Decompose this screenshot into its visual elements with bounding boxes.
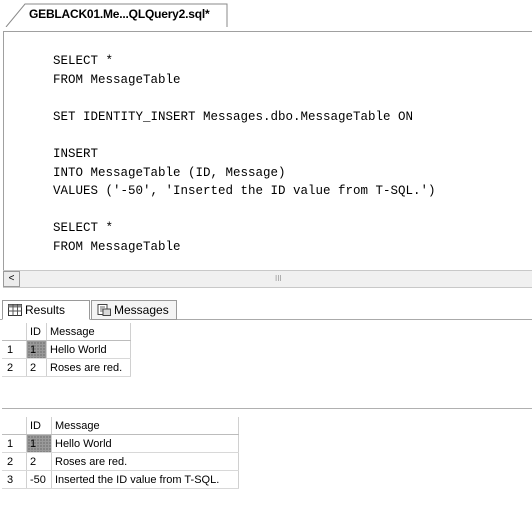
sql-editor[interactable]: SELECT * FROM MessageTable SET IDENTITY_IN… [3, 31, 532, 270]
grid-header-row: ID Message [2, 323, 131, 341]
document-tab-strip: GEBLACK01.Me...QLQuery2.sql* [0, 0, 532, 31]
results-tab-label: Results [25, 303, 66, 317]
row-number-header [2, 417, 27, 435]
tab-title: GEBLACK01.Me...QLQuery2.sql* [29, 7, 210, 21]
table-row[interactable]: 1 1 Hello World [2, 434, 239, 453]
grid-header-row: ID Message [2, 417, 239, 435]
code-line: SET IDENTITY_INSERT Messages.dbo.Message… [53, 109, 414, 124]
grid-divider [2, 408, 532, 409]
table-row[interactable]: 2 2 Roses are red. [2, 358, 131, 377]
results-tab-bar: Results Messages [0, 298, 532, 320]
row-number-header [2, 323, 27, 341]
column-header-message[interactable]: Message [46, 323, 131, 341]
cell-id[interactable]: -50 [26, 470, 52, 489]
code-line: INSERT [53, 146, 99, 161]
scroll-grip-icon[interactable]: III [275, 274, 282, 283]
pane-splitter[interactable] [0, 288, 532, 298]
cell-message[interactable]: Roses are red. [46, 358, 131, 377]
code-line: SELECT * [53, 221, 114, 236]
table-row[interactable]: 2 2 Roses are red. [2, 452, 239, 471]
cell-message[interactable]: Inserted the ID value from T-SQL. [51, 470, 239, 489]
cell-message[interactable]: Hello World [46, 340, 131, 359]
cell-id[interactable]: 2 [26, 358, 47, 377]
grid-icon [8, 304, 22, 316]
column-header-message[interactable]: Message [51, 417, 239, 435]
messages-icon [97, 304, 111, 316]
editor-margin [4, 32, 17, 270]
tab-messages[interactable]: Messages [91, 300, 177, 320]
cell-id[interactable]: 1 [26, 340, 47, 359]
query-tab[interactable]: GEBLACK01.Me...QLQuery2.sql* [5, 3, 228, 27]
code-line: FROM MessageTable [53, 239, 181, 254]
code-line: VALUES ('-50', 'Inserted the ID value fr… [53, 184, 436, 199]
table-row[interactable]: 3 -50 Inserted the ID value from T-SQL. [2, 470, 239, 489]
row-number[interactable]: 2 [2, 358, 27, 377]
cell-message[interactable]: Hello World [51, 434, 239, 453]
messages-tab-label: Messages [114, 303, 169, 317]
code-line: SELECT * [53, 54, 114, 68]
cell-message[interactable]: Roses are red. [51, 452, 239, 471]
cell-id[interactable]: 2 [26, 452, 52, 471]
tab-results[interactable]: Results [2, 300, 90, 320]
scroll-left-button[interactable]: < [3, 271, 20, 287]
results-pane: ID Message 1 1 Hello World 2 2 Roses are… [0, 320, 532, 521]
column-header-id[interactable]: ID [26, 323, 47, 341]
row-number[interactable]: 1 [2, 434, 27, 453]
table-row[interactable]: 1 1 Hello World [2, 340, 131, 359]
results-grid-2[interactable]: ID Message 1 1 Hello World 2 2 Roses are… [2, 417, 239, 489]
results-grid-1[interactable]: ID Message 1 1 Hello World 2 2 Roses are… [2, 323, 131, 377]
row-number[interactable]: 3 [2, 470, 27, 489]
column-header-id[interactable]: ID [26, 417, 52, 435]
code-line: INTO MessageTable (ID, Message) [53, 165, 286, 180]
sql-code[interactable]: SELECT * FROM MessageTable SET IDENTITY_IN… [53, 52, 436, 257]
row-number[interactable]: 2 [2, 452, 27, 471]
row-number[interactable]: 1 [2, 340, 27, 359]
scroll-left-icon: < [8, 273, 15, 284]
horizontal-scrollbar[interactable]: < III [3, 270, 532, 288]
code-line: FROM MessageTable [53, 72, 181, 87]
cell-id[interactable]: 1 [26, 434, 52, 453]
